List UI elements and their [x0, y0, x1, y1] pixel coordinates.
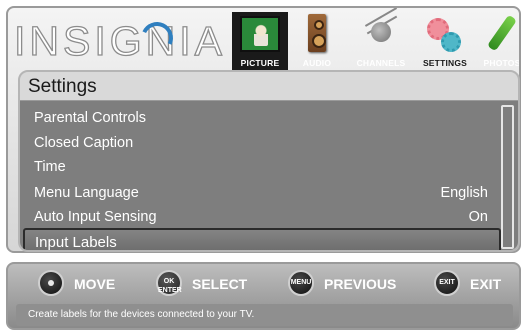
menu-item-label: Parental Controls: [34, 110, 147, 126]
menu-item-parental-controls[interactable]: Parental Controls: [20, 106, 500, 130]
hint-previous-label: PREVIOUS: [324, 276, 397, 292]
menu-item-value: English: [440, 185, 488, 201]
settings-list: Parental Controls Closed Caption Time Me…: [20, 100, 518, 251]
tab-channels[interactable]: CHANNELS: [350, 8, 412, 70]
tab-settings-label: SETTINGS: [422, 58, 468, 68]
exit-button-icon: EXIT: [434, 270, 460, 296]
menu-item-input-labels[interactable]: Input Labels: [23, 228, 501, 251]
menu-item-label: Auto Input Sensing: [34, 209, 157, 225]
menu-item-label: Input Labels: [35, 234, 117, 251]
insignia-logo: INSIGNIA: [13, 17, 226, 65]
nav-hints: MOVE OK ENTER SELECT MENU PREVIOUS EXIT …: [8, 264, 519, 304]
scrollbar[interactable]: [501, 105, 514, 249]
tab-photos[interactable]: PHOTOS: [478, 12, 521, 70]
speaker-icon: [308, 14, 326, 52]
photo-icon: [487, 14, 517, 52]
menu-item-label: Menu Language: [34, 185, 139, 201]
menu-item-closed-caption[interactable]: Closed Caption: [20, 131, 500, 155]
menu-header: INSIGNIA PICTURE AUDIO CHANNELS SETTINGS…: [8, 8, 519, 72]
tab-settings[interactable]: SETTINGS: [416, 12, 474, 70]
hint-move-label: MOVE: [74, 276, 116, 292]
help-bar: MOVE OK ENTER SELECT MENU PREVIOUS EXIT …: [6, 262, 521, 330]
tv-icon: [240, 16, 280, 52]
tab-channels-label: CHANNELS: [356, 58, 406, 68]
help-description: Create labels for the devices connected …: [16, 304, 513, 326]
antenna-icon: [361, 8, 401, 54]
menu-item-value: On: [468, 209, 488, 225]
tab-picture[interactable]: PICTURE: [232, 12, 288, 70]
hint-select-label: SELECT: [192, 276, 248, 292]
menu-item-label: Time: [34, 159, 66, 175]
menu-item-time[interactable]: Time: [20, 155, 500, 179]
tab-audio-label: AUDIO: [302, 58, 332, 68]
tab-picture-label: PICTURE: [240, 58, 280, 68]
tab-audio[interactable]: AUDIO: [292, 12, 342, 70]
menu-item-auto-input-sensing[interactable]: Auto Input Sensing On: [20, 205, 500, 229]
menu-item-menu-language[interactable]: Menu Language English: [20, 181, 500, 205]
menu-button-icon: MENU: [288, 270, 314, 296]
logo-text: INSIGNIA: [13, 17, 226, 64]
settings-panel: Settings Parental Controls Closed Captio…: [18, 70, 520, 252]
gears-icon: [425, 14, 465, 54]
tab-photos-label: PHOTOS: [483, 58, 521, 68]
dpad-icon: [38, 270, 64, 296]
panel-title: Settings: [28, 76, 97, 97]
hint-exit-label: EXIT: [470, 276, 502, 292]
ok-enter-button-icon: OK ENTER: [156, 270, 182, 296]
menu-item-label: Closed Caption: [34, 135, 134, 151]
